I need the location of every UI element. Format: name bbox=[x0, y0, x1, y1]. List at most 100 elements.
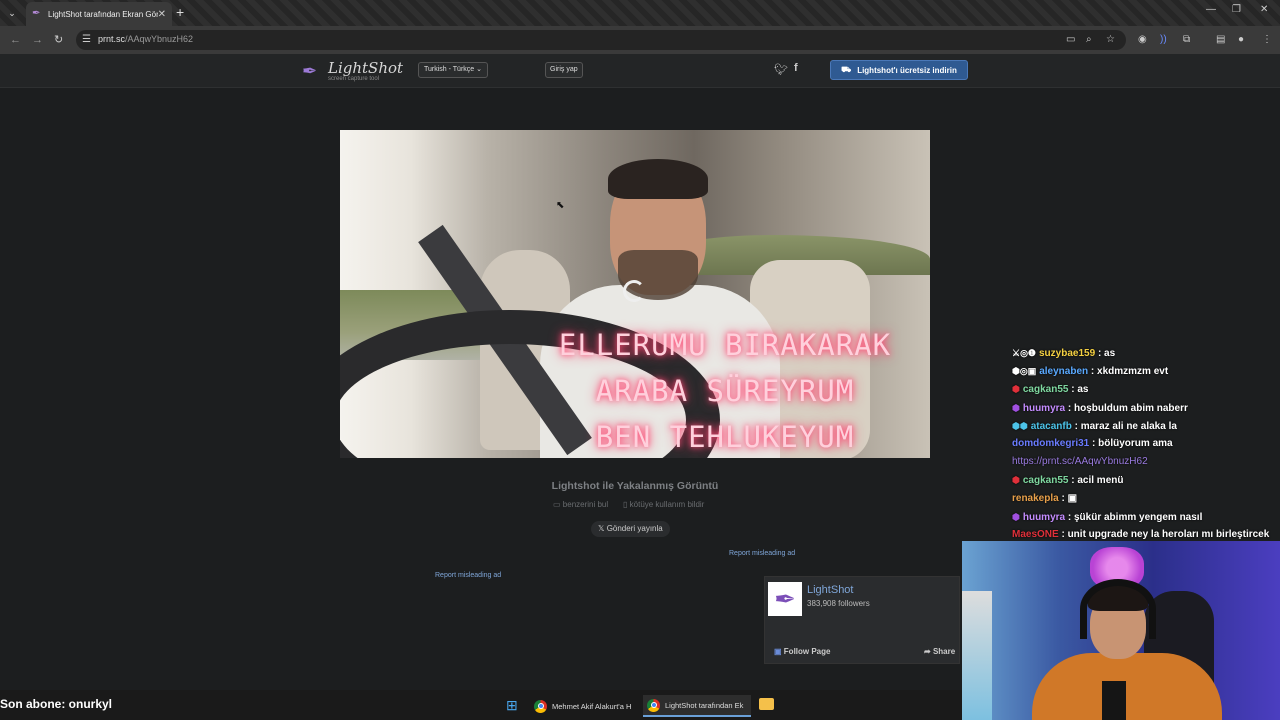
chat-username: renakepla bbox=[1012, 492, 1059, 504]
chat-link[interactable]: https://prnt.sc/AAqwYbnuzH62 bbox=[1012, 456, 1148, 467]
image-icon: ▭ bbox=[553, 500, 561, 509]
chat-text: : unit upgrade ney la heroları mı birleş… bbox=[1061, 528, 1270, 540]
tab-title: LightShot tarafından Ekran Görü bbox=[48, 9, 158, 19]
webcam-feed bbox=[962, 541, 1280, 720]
streamer-shirt bbox=[1032, 653, 1222, 720]
chat-badges: ⬢⬢ bbox=[1012, 420, 1028, 431]
chevron-down-icon: ⌄ bbox=[476, 66, 483, 73]
cast-icon[interactable]: ▭ bbox=[1066, 34, 1075, 45]
language-value: Turkish - Türkçe bbox=[424, 66, 475, 73]
caption-line-1: ELLERUMU BIRAKARAK bbox=[558, 328, 892, 362]
microphone bbox=[1102, 681, 1126, 720]
facebook-icon[interactable]: f bbox=[794, 62, 798, 74]
post-tweet-label: Gönderi yayınla bbox=[606, 524, 663, 533]
chat-username: atacanfb bbox=[1030, 420, 1072, 432]
follow-page-button[interactable]: ▣ Follow Page bbox=[774, 647, 830, 656]
reload-icon[interactable]: ↻ bbox=[54, 33, 63, 46]
chat-username: cagkan55 bbox=[1022, 475, 1069, 487]
caption-line-2: ARABA SÜREYRUM bbox=[595, 374, 855, 408]
last-subscriber-text: Son abone: onurkyl bbox=[0, 697, 113, 711]
captured-image[interactable]: ⬉ ELLERUMU BIRAKARAK ARABA SÜREYRUM BEN … bbox=[340, 130, 930, 458]
page-avatar[interactable]: ✒ bbox=[768, 582, 802, 616]
tab-lightshot[interactable]: ✒ LightShot tarafından Ekran Görü ✕ bbox=[26, 2, 172, 26]
report-ad-link-left[interactable]: Report misleading ad bbox=[435, 572, 501, 579]
chat-text: : as bbox=[1097, 348, 1116, 359]
taskbar-item-label: Mehmet Akif Alakurt'a H bbox=[552, 701, 632, 711]
download-button[interactable]: ⛟ Lightshot'ı ücretsiz indirin bbox=[830, 60, 968, 80]
chat-username: huumyra bbox=[1022, 511, 1066, 523]
zoom-icon[interactable]: ⌕ bbox=[1086, 34, 1092, 45]
share-button[interactable]: ➦ Share bbox=[924, 647, 955, 656]
url-path: /AAqwYbnuzH62 bbox=[125, 34, 194, 44]
facebook-icon: ▣ bbox=[774, 647, 782, 656]
chat-message: renakepla : ▣ bbox=[1012, 490, 1280, 508]
share-label: Share bbox=[932, 647, 956, 656]
chat-text: : şükür abimm yengem nasıl bbox=[1067, 511, 1203, 523]
driver-hair bbox=[608, 159, 708, 199]
pc-case bbox=[962, 591, 992, 720]
tab-search-button[interactable]: ⌄ bbox=[4, 5, 20, 21]
chat-message: ⬢ huumyra : hoşbuldum abim naberr bbox=[1012, 399, 1280, 417]
taskbar bbox=[0, 690, 962, 720]
menu-kebab-icon[interactable]: ⋮ bbox=[1262, 34, 1272, 45]
login-button[interactable]: Giriş yap bbox=[545, 62, 583, 78]
chat-message: domdomkegri31 : bölüyorum ama bbox=[1012, 435, 1280, 453]
chat-message: ⬢ cagkan55 : acil menü bbox=[1012, 471, 1280, 489]
chat-text: : as bbox=[1071, 384, 1089, 396]
logo-name: LightShot bbox=[328, 59, 404, 77]
chat-badges: ⬢◎▣ bbox=[1012, 366, 1037, 377]
chat-message: ⬢⬢ atacanfb : maraz ali ne alaka la bbox=[1012, 417, 1280, 435]
fb-page-name[interactable]: LightShot bbox=[807, 584, 853, 596]
bookmark-star-icon[interactable]: ☆ bbox=[1106, 34, 1115, 45]
maximize-icon[interactable]: ❐ bbox=[1232, 4, 1241, 15]
site-header bbox=[0, 54, 1280, 88]
close-window-icon[interactable]: ✕ bbox=[1260, 4, 1268, 15]
language-select[interactable]: Turkish - Türkçe ⌄ bbox=[418, 62, 489, 78]
chat-badges: ⬢ bbox=[1012, 511, 1020, 522]
chat-message: ⬢ huumyra : şükür abimm yengem nasıl bbox=[1012, 508, 1280, 526]
chat-username: aleynaben bbox=[1039, 366, 1089, 378]
chrome-icon bbox=[534, 699, 547, 713]
post-tweet-button[interactable]: 𝕏 Gönderi yayınla bbox=[591, 521, 670, 537]
taskbar-chrome-window-1[interactable]: Mehmet Akif Alakurt'a H bbox=[530, 695, 638, 717]
chat-overlay: ⚔◎❶ suzybae159 : as ⬢◎▣ aleynaben : xkdmzm… bbox=[1012, 344, 1280, 544]
x-logo-icon: 𝕏 bbox=[598, 524, 605, 533]
taskbar-item-label: LightShot tarafından Ek bbox=[665, 700, 744, 710]
neon-caption: ELLERUMU BIRAKARAK ARABA SÜREYRUM BEN TE… bbox=[525, 322, 925, 458]
url-host: prnt.sc bbox=[98, 34, 126, 44]
trash-icon: ▯ bbox=[623, 500, 628, 509]
report-abuse-label: kötüye kullanım bildir bbox=[629, 500, 705, 509]
extensions-puzzle-icon[interactable]: ⧉ bbox=[1183, 34, 1190, 45]
sidepanel-icon[interactable]: ▤ bbox=[1216, 34, 1225, 45]
taskbar-chrome-window-2[interactable]: LightShot tarafından Ek bbox=[643, 695, 751, 717]
chat-badges: ⬢ bbox=[1012, 475, 1020, 486]
share-icon: ➦ bbox=[924, 647, 931, 656]
report-ad-link-right[interactable]: Report misleading ad bbox=[729, 550, 795, 557]
audio-extension-icon[interactable]: )) bbox=[1160, 34, 1167, 45]
twitter-icon[interactable]: 🐦︎ bbox=[774, 63, 788, 76]
site-info-icon[interactable]: ☰ bbox=[82, 34, 91, 45]
back-icon[interactable]: ← bbox=[10, 34, 21, 46]
chat-badges: ⬢ bbox=[1012, 402, 1020, 413]
profile-avatar-icon[interactable]: ● bbox=[1238, 34, 1244, 45]
url-text[interactable]: prnt.sc/AAqwYbnuzH62 bbox=[98, 34, 193, 44]
chat-username: cagkan55 bbox=[1022, 384, 1069, 396]
chat-username: suzybae159 bbox=[1039, 348, 1096, 359]
mouse-cursor-icon: ⬉ bbox=[556, 200, 565, 211]
minimize-icon[interactable]: — bbox=[1206, 4, 1216, 15]
new-tab-button[interactable]: + bbox=[176, 4, 184, 20]
extension-icon[interactable]: ◉ bbox=[1138, 34, 1147, 45]
chat-username: domdomkegri31 bbox=[1012, 437, 1090, 449]
chat-text: : ▣ bbox=[1061, 492, 1078, 504]
find-similar-link[interactable]: ▭ benzerini bul bbox=[553, 500, 608, 509]
loading-spinner-icon bbox=[623, 280, 645, 302]
report-abuse-link[interactable]: ▯ kötüye kullanım bildir bbox=[623, 500, 704, 509]
close-tab-icon[interactable]: ✕ bbox=[158, 9, 166, 20]
forward-icon[interactable]: → bbox=[32, 34, 43, 46]
image-title: Lightshot ile Yakalanmış Görüntü bbox=[551, 480, 719, 492]
tab-strip bbox=[0, 0, 1280, 26]
file-explorer-icon[interactable] bbox=[759, 698, 774, 710]
address-bar[interactable] bbox=[76, 30, 1126, 50]
fb-followers-count: 383,908 followers bbox=[807, 599, 870, 608]
windows-start-icon[interactable]: ⊞ bbox=[506, 698, 520, 712]
